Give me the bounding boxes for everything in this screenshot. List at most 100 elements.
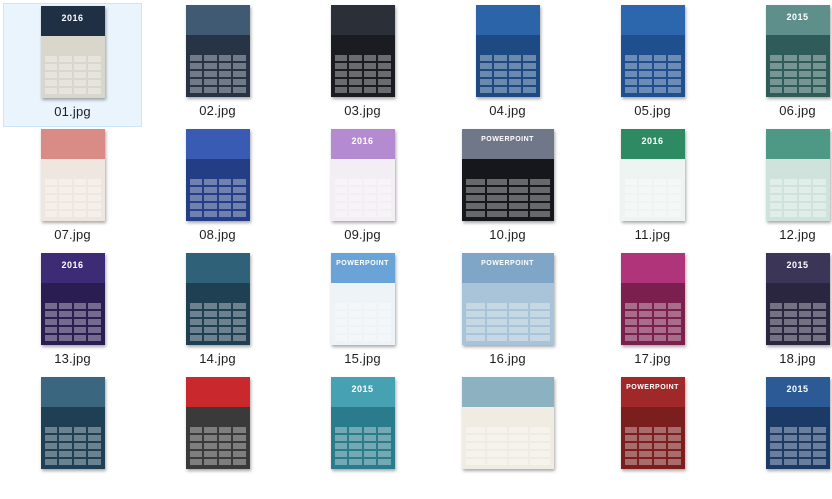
file-name-label[interactable]: 01.jpg	[54, 104, 91, 120]
slide-tile	[668, 435, 681, 441]
file-item[interactable]: 05.jpg	[583, 3, 722, 127]
file-thumbnail[interactable]: 2015	[765, 5, 830, 97]
file-name-label[interactable]: 04.jpg	[489, 103, 526, 119]
file-name-label[interactable]: 09.jpg	[344, 227, 381, 243]
file-name-label[interactable]: 11.jpg	[635, 227, 671, 243]
file-item[interactable]: POWERPOINT 15.jpg	[293, 251, 432, 375]
slide-tile	[798, 63, 811, 69]
slide-tile	[769, 427, 782, 433]
file-item[interactable]: 12.jpg	[728, 127, 832, 251]
slide-tile	[218, 319, 231, 325]
file-thumbnail[interactable]: 2015	[330, 377, 395, 469]
file-thumbnail[interactable]: POWERPOINT	[330, 253, 395, 345]
slide-tile	[363, 311, 376, 317]
file-item[interactable]	[148, 375, 287, 499]
file-item[interactable]: 2016 13.jpg	[3, 251, 142, 375]
file-name-label[interactable]: 02.jpg	[199, 103, 236, 119]
file-item[interactable]: POWERPOINT 16.jpg	[438, 251, 577, 375]
file-thumbnail[interactable]	[330, 5, 395, 97]
slide-tile	[334, 443, 347, 449]
file-item[interactable]: 2015 18.jpg	[728, 251, 832, 375]
file-thumbnail[interactable]	[461, 377, 554, 469]
file-thumbnail[interactable]: 2016	[620, 129, 685, 221]
slide-tile	[813, 87, 826, 93]
file-name-label[interactable]: 07.jpg	[54, 227, 91, 243]
slide-tile	[769, 459, 782, 465]
file-name-label[interactable]: 15.jpg	[344, 351, 381, 367]
file-thumbnail[interactable]: POWERPOINT	[620, 377, 685, 469]
slide-tile	[668, 87, 681, 93]
thumbnail-slide-tiles	[44, 427, 101, 465]
slide-tile	[59, 335, 72, 341]
thumbnail-cover-band	[185, 5, 250, 35]
slide-tile	[363, 443, 376, 449]
file-thumbnail[interactable]: POWERPOINT	[461, 253, 554, 345]
file-item[interactable]: 17.jpg	[583, 251, 722, 375]
thumbnail-slide-tiles	[624, 303, 681, 341]
file-thumbnail[interactable]: POWERPOINT	[461, 129, 554, 221]
file-thumbnail[interactable]	[185, 5, 250, 97]
file-name-label[interactable]: 05.jpg	[634, 103, 671, 119]
slide-tile	[88, 187, 101, 193]
file-name-label[interactable]: 08.jpg	[199, 227, 236, 243]
slide-tile	[530, 327, 550, 333]
file-name-label[interactable]: 03.jpg	[344, 103, 381, 119]
file-item[interactable]: 2015	[728, 375, 832, 499]
file-item[interactable]: 07.jpg	[3, 127, 142, 251]
file-thumbnail[interactable]	[620, 5, 685, 97]
slide-tile	[639, 435, 652, 441]
file-thumbnail[interactable]	[40, 129, 105, 221]
file-item[interactable]: 2016 09.jpg	[293, 127, 432, 251]
file-item[interactable]: 02.jpg	[148, 3, 287, 127]
slide-tile	[44, 88, 57, 94]
slide-tile	[784, 211, 797, 217]
file-name-label[interactable]: 18.jpg	[779, 351, 816, 367]
file-item[interactable]: 2015 06.jpg	[728, 3, 832, 127]
file-thumbnail[interactable]: 2016	[40, 253, 105, 345]
file-thumbnail[interactable]: 2016	[40, 6, 105, 98]
file-thumbnail[interactable]	[185, 253, 250, 345]
slide-tile	[334, 79, 347, 85]
thumbnail-cover-text: POWERPOINT	[481, 136, 534, 143]
file-name-label[interactable]: 17.jpg	[634, 351, 671, 367]
thumbnail-container	[728, 127, 832, 221]
file-item[interactable]: 14.jpg	[148, 251, 287, 375]
file-item[interactable]: 08.jpg	[148, 127, 287, 251]
slide-tile	[349, 427, 362, 433]
slide-tile	[494, 79, 507, 85]
slide-tile	[784, 319, 797, 325]
file-name-label[interactable]: 14.jpg	[199, 351, 236, 367]
file-item[interactable]	[3, 375, 142, 499]
slide-tile	[233, 451, 246, 457]
file-thumbnail[interactable]: 2016	[330, 129, 395, 221]
file-thumbnail[interactable]	[620, 253, 685, 345]
file-thumbnail[interactable]	[185, 377, 250, 469]
file-item[interactable]: 04.jpg	[438, 3, 577, 127]
slide-tile	[88, 211, 101, 217]
file-item[interactable]	[438, 375, 577, 499]
file-thumbnail[interactable]	[475, 5, 540, 97]
slide-tile	[813, 443, 826, 449]
slide-tile	[334, 427, 347, 433]
file-item[interactable]: POWERPOINT 10.jpg	[438, 127, 577, 251]
file-item[interactable]: 2015	[293, 375, 432, 499]
file-thumbnail[interactable]	[765, 129, 830, 221]
file-thumbnail[interactable]: 2015	[765, 253, 830, 345]
file-name-label[interactable]: 16.jpg	[489, 351, 526, 367]
slide-tile	[798, 203, 811, 209]
file-thumbnail[interactable]	[40, 377, 105, 469]
thumbnail-cover-text: 2016	[61, 260, 84, 270]
file-thumbnail[interactable]: 2015	[765, 377, 830, 469]
file-name-label[interactable]: 13.jpg	[54, 351, 91, 367]
slide-tile	[508, 87, 521, 93]
file-item[interactable]: 2016 01.jpg	[3, 3, 142, 127]
file-name-label[interactable]: 12.jpg	[779, 227, 816, 243]
file-name-label[interactable]: 06.jpg	[779, 103, 816, 119]
file-item[interactable]: POWERPOINT	[583, 375, 722, 499]
file-thumbnail[interactable]	[185, 129, 250, 221]
file-item[interactable]: 03.jpg	[293, 3, 432, 127]
file-name-label[interactable]: 10.jpg	[489, 227, 526, 243]
file-item[interactable]: 2016 11.jpg	[583, 127, 722, 251]
slide-tile	[44, 187, 57, 193]
slide-tile	[233, 203, 246, 209]
